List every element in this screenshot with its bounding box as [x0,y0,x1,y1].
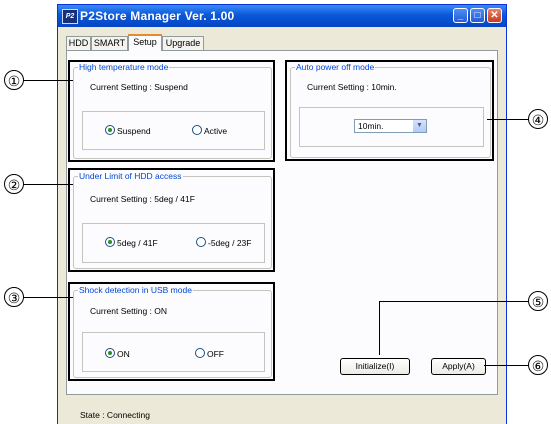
radio-on-label: ON [117,349,130,359]
hdd-limit-current: Current Setting : 5deg / 41F [90,194,195,204]
initialize-button[interactable]: Initialize(I) [340,358,410,375]
auto-power-group: Auto power off mode Current Setting : 10… [285,60,494,161]
maximize-icon: □ [474,10,481,21]
tab-upgrade[interactable]: Upgrade [162,36,204,50]
callout-line-3 [23,297,73,299]
radio-5deg[interactable]: 5deg / 41F [105,237,158,248]
apply-button[interactable]: Apply(A) [431,358,486,375]
setup-panel: High temperature mode Current Setting : … [66,50,498,395]
tab-hdd[interactable]: HDD [66,36,91,50]
radio-5deg-label: 5deg / 41F [117,238,158,248]
hdd-limit-frame: Under Limit of HDD access Current Settin… [73,171,272,269]
hdd-limit-legend: Under Limit of HDD access [78,171,183,181]
radio-active-label: Active [204,126,228,136]
callout-2: ② [4,174,24,194]
callout-line-2 [23,184,73,186]
auto-power-select[interactable]: 10min. ▼ [354,119,427,133]
radio-minus5deg[interactable]: -5deg / 23F [196,237,251,248]
app-window: P2 P2Store Manager Ver. 1.00 _ □ ✕ HDD S… [57,4,507,424]
hdd-limit-options: 5deg / 41F -5deg / 23F [82,223,265,263]
auto-power-frame: Auto power off mode Current Setting : 10… [290,62,491,158]
minimize-icon: _ [457,10,464,21]
app-icon: P2 [62,9,78,24]
high-temp-frame: High temperature mode Current Setting : … [73,62,272,159]
tab-smart[interactable]: SMART [91,36,128,50]
radio-checked-icon [105,125,115,135]
radio-minus5deg-label: -5deg / 23F [208,238,252,248]
callout-4: ④ [528,109,548,129]
tab-setup[interactable]: Setup [128,34,162,51]
close-icon: ✕ [490,10,499,21]
callout-line-6 [484,365,530,367]
radio-suspend[interactable]: Suspend [105,125,151,136]
high-temp-current: Current Setting : Suspend [90,82,188,92]
window-title: P2Store Manager Ver. 1.00 [80,9,235,23]
radio-unchecked-icon [195,348,205,358]
hdd-limit-group: Under Limit of HDD access Current Settin… [68,168,275,272]
callout-line-5-vertical [379,301,381,355]
radio-unchecked-icon [192,125,202,135]
callout-5: ⑤ [528,291,548,311]
callout-6: ⑥ [528,355,548,375]
radio-unchecked-icon [196,237,206,247]
radio-on[interactable]: ON [105,348,130,359]
shock-frame: Shock detection in USB mode Current Sett… [73,285,272,378]
radio-suspend-label: Suspend [117,126,151,136]
callout-3: ③ [4,287,24,307]
shock-group: Shock detection in USB mode Current Sett… [68,282,275,381]
radio-off-label: OFF [207,349,224,359]
minimize-button[interactable]: _ [453,8,468,23]
auto-power-current: Current Setting : 10min. [307,82,397,92]
high-temp-options: Suspend Active [82,111,265,150]
auto-power-legend: Auto power off mode [295,62,376,72]
radio-active[interactable]: Active [192,125,227,136]
title-bar[interactable]: P2 P2Store Manager Ver. 1.00 _ □ ✕ [58,5,506,27]
radio-off[interactable]: OFF [195,348,224,359]
callout-line-4 [487,119,530,121]
auto-power-select-value: 10min. [358,121,384,131]
callout-line-1 [23,80,73,82]
callout-1: ① [4,70,24,90]
auto-power-options: 10min. ▼ [299,107,484,147]
high-temp-group: High temperature mode Current Setting : … [68,60,275,162]
status-text: State : Connecting [80,410,150,420]
close-button[interactable]: ✕ [487,8,502,23]
shock-legend: Shock detection in USB mode [78,285,193,295]
shock-current: Current Setting : ON [90,306,168,316]
callout-line-5 [379,301,530,303]
maximize-button[interactable]: □ [470,8,485,23]
chevron-down-icon[interactable]: ▼ [413,120,426,132]
radio-checked-icon [105,237,115,247]
high-temp-legend: High temperature mode [78,62,170,72]
radio-checked-icon [105,348,115,358]
shock-options: ON OFF [82,332,265,372]
